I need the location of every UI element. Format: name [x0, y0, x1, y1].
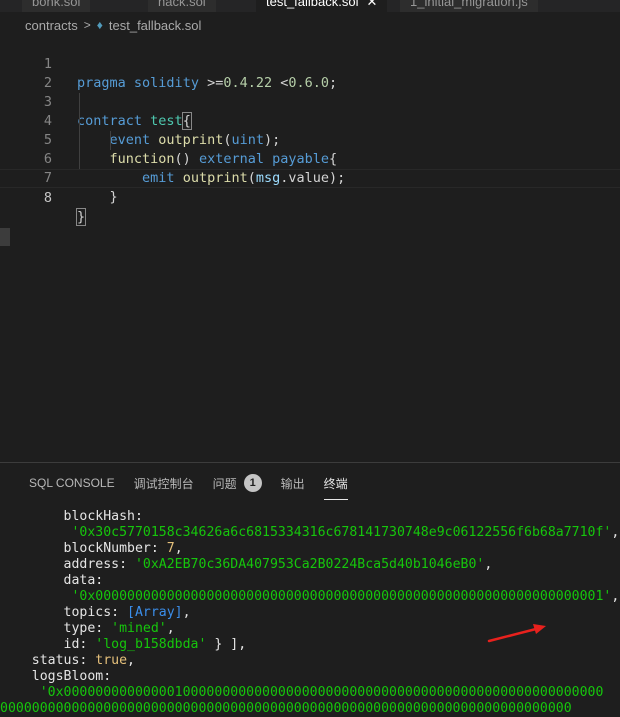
terminal-line: logsBloom: [0, 669, 620, 685]
terminal-value: 0000000000000000000000000000000000000000… [0, 701, 572, 716]
line-code: } [77, 189, 118, 205]
code-line-8[interactable]: 8 } [0, 169, 620, 226]
tab-problems[interactable]: 问题 1 [213, 474, 262, 492]
terminal-value: true [95, 653, 128, 668]
terminal-key: blockHash: [0, 509, 143, 524]
code-line-4[interactable]: 4 event outprint(uint); [0, 93, 620, 148]
tab-terminal[interactable]: 终端 [323, 475, 348, 500]
terminal-key: logsBloom: [0, 669, 112, 684]
tab-bonk[interactable]: bonk.sol [22, 0, 92, 12]
terminal-key: topics: [0, 605, 128, 620]
line-number: 8 [43, 190, 52, 206]
terminal-punctuation: , [611, 525, 620, 540]
code-editor[interactable]: 1 pragma solidity >=0.4.22 <0.6.0; 2 3 c… [0, 36, 620, 462]
terminal-key: type: [0, 621, 112, 636]
tab-label: SQL CONSOLE [29, 476, 115, 490]
terminal-punctuation: , [166, 621, 175, 636]
terminal-value: '0x30c5770158c34626a6c6815334316c6781417… [71, 525, 612, 540]
terminal-key [0, 525, 71, 540]
terminal-punctuation: } ], [206, 637, 247, 652]
editor-tab-strip: bonk.sol hack.sol test_fallback.sol ✕ 1_i… [0, 0, 620, 12]
bottom-panel: SQL CONSOLE 调试控制台 问题 1 输出 终端 blockHash: '… [0, 462, 620, 716]
tab-hack[interactable]: hack.sol [148, 0, 217, 12]
breadcrumb-file[interactable]: test_fallback.sol [109, 18, 202, 33]
tab-debug-console[interactable]: 调试控制台 [134, 475, 194, 492]
tab-label: 终端 [323, 476, 348, 491]
breadcrumb: contracts > ♦ test_fallback.sol [0, 12, 620, 38]
terminal-line: 0000000000000000000000000000000000000000… [0, 701, 620, 717]
terminal-output[interactable]: blockHash: '0x30c5770158c34626a6c6815334… [0, 509, 620, 717]
terminal-key [0, 589, 71, 604]
indent-guide [79, 93, 80, 169]
terminal-line: topics: [Array], [0, 605, 620, 621]
terminal-key [0, 685, 40, 700]
code-line-7[interactable]: 7 } [0, 150, 620, 205]
tab-label: hack.sol [158, 0, 206, 9]
terminal-value: 'log_b158dbda' [95, 637, 207, 652]
terminal-punctuation: , [127, 653, 135, 668]
terminal-key: data: [0, 573, 104, 588]
tab-sql-console[interactable]: SQL CONSOLE [29, 476, 115, 490]
terminal-line: blockHash: [0, 509, 620, 525]
terminal-punctuation: , [611, 589, 620, 604]
terminal-value: '0x0000000000000000000000000000000000000… [71, 589, 612, 604]
terminal-line: '0x0000000000000010000000000000000000000… [0, 685, 620, 701]
terminal-punctuation: , [484, 557, 493, 572]
terminal-value: '0x0000000000000010000000000000000000000… [39, 685, 604, 700]
terminal-value: '0xA2EB70c36DA407953Ca2B0224Bca5d40b1046… [134, 557, 485, 572]
code-line-1[interactable]: 1 pragma solidity >=0.4.22 <0.6.0; [0, 36, 620, 91]
terminal-value: 'mined' [111, 621, 167, 636]
panel-tab-bar: SQL CONSOLE 调试控制台 问题 1 输出 终端 [0, 463, 620, 503]
indent-guide [110, 131, 111, 150]
tab-label: 1_initial_migration.js [410, 0, 528, 9]
red-arrow-annotation [487, 624, 546, 643]
terminal-line: address: '0xA2EB70c36DA407953Ca2B0224Bca… [0, 557, 620, 573]
code-line-3[interactable]: 3 contract test{ [0, 74, 620, 130]
terminal-line: status: true, [0, 653, 620, 669]
terminal-key: status: [0, 653, 96, 668]
tab-label: 问题 [212, 476, 237, 491]
tab-output[interactable]: 输出 [281, 475, 305, 492]
breadcrumb-folder[interactable]: contracts [25, 18, 78, 33]
problem-count-badge: 1 [243, 474, 262, 492]
tab-test-fallback[interactable]: test_fallback.sol ✕ [256, 0, 389, 12]
terminal-punctuation: , [174, 541, 183, 556]
terminal-key: address: [0, 557, 135, 572]
terminal-value: 7 [166, 541, 175, 556]
tab-initial-migration[interactable]: 1_initial_migration.js [400, 0, 539, 12]
code-line-5[interactable]: 5 function() external payable{ [0, 112, 620, 167]
solidity-file-icon: ♦ [96, 18, 103, 32]
terminal-value: [Array] [127, 605, 183, 620]
line-code: } [75, 208, 87, 226]
terminal-line: blockNumber: 7, [0, 541, 620, 557]
tab-label: bonk.sol [32, 0, 81, 9]
tab-label: test_fallback.sol [266, 0, 359, 9]
chevron-right-icon: > [83, 18, 91, 32]
terminal-key: blockNumber: [0, 541, 167, 556]
terminal-line: data: [0, 573, 620, 589]
tab-label: 输出 [280, 476, 305, 491]
terminal-line: '0x30c5770158c34626a6c6815334316c6781417… [0, 525, 620, 541]
code-line-6[interactable]: 6 emit outprint(msg.value); [0, 131, 620, 186]
tab-label: 调试控制台 [133, 476, 194, 491]
terminal-key: id: [0, 637, 96, 652]
terminal-line: '0x0000000000000000000000000000000000000… [0, 589, 620, 605]
terminal-punctuation: , [182, 605, 191, 620]
code-line-2[interactable]: 2 [0, 55, 620, 91]
close-icon[interactable]: ✕ [367, 0, 378, 9]
